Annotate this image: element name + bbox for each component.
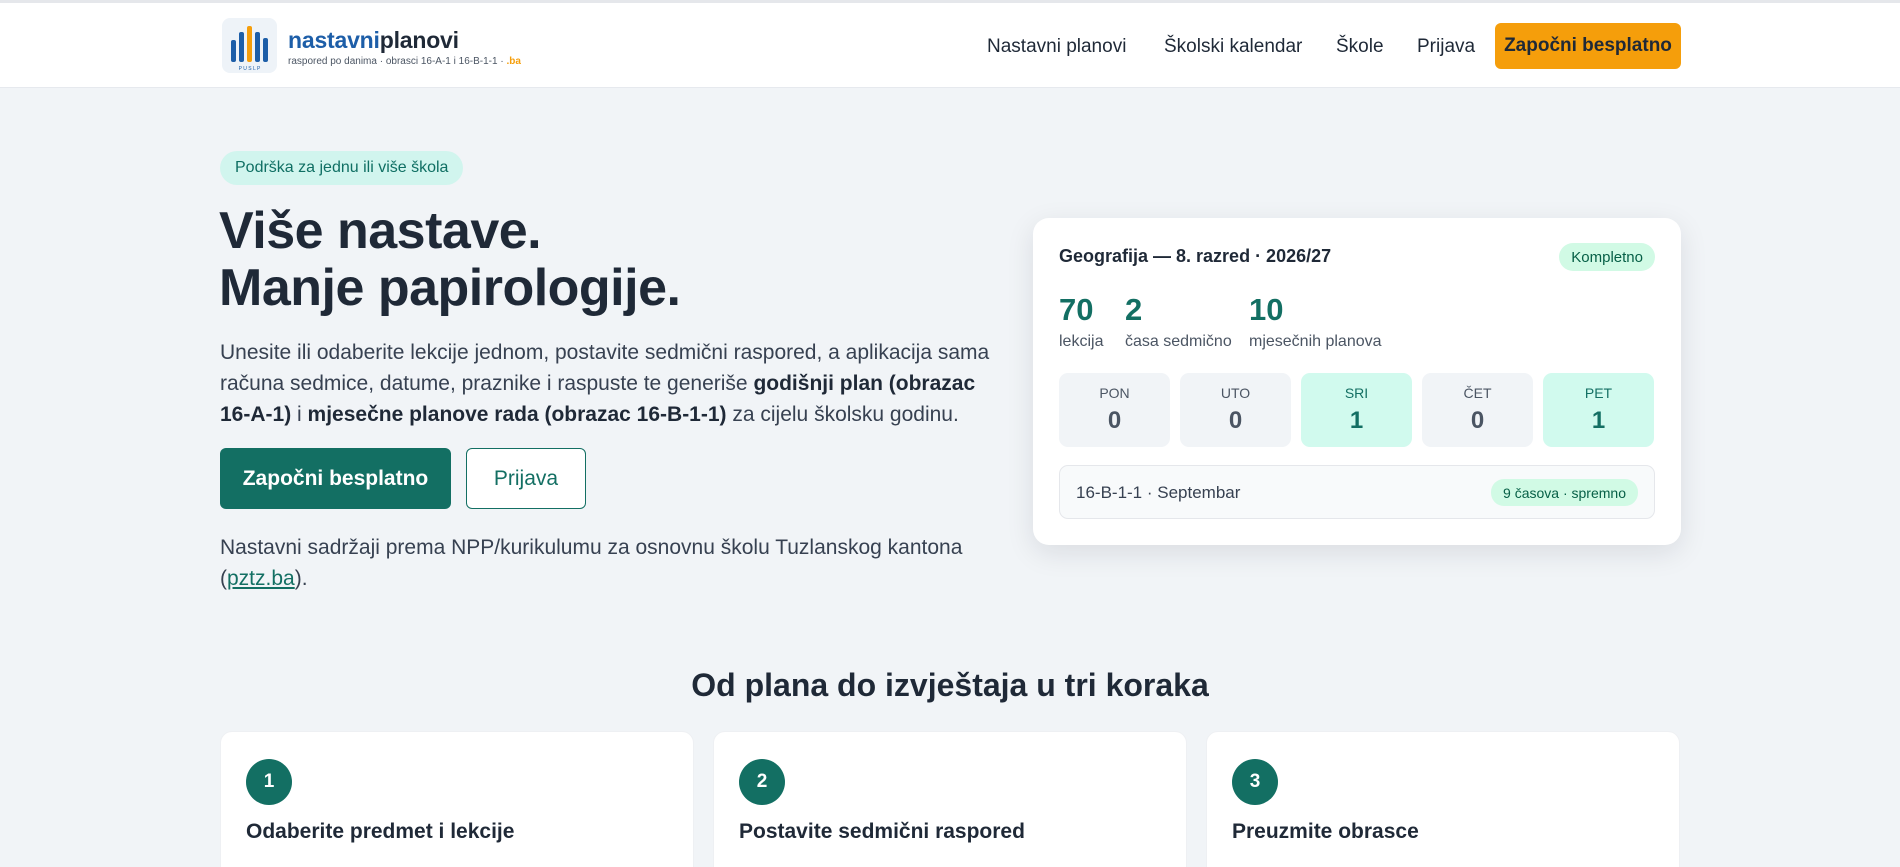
day-name: ČET <box>1463 385 1492 401</box>
hero-desc-bold2: mjesečne planove rada (obrazac 16-B-1-1) <box>307 403 727 426</box>
day-cell-pon: PON 0 <box>1059 373 1170 447</box>
day-count: 0 <box>1470 407 1485 434</box>
site-logo[interactable]: P U S L P <box>222 18 277 73</box>
stat-weekly-hours-label: časa sedmično <box>1125 333 1232 350</box>
nav-link-skole[interactable]: Škole <box>1336 36 1384 58</box>
hero-start-free-button[interactable]: Započni besplatno <box>220 448 451 509</box>
day-count: 0 <box>1107 407 1122 434</box>
stat-lessons-value: 70 <box>1059 292 1094 327</box>
day-count: 0 <box>1228 407 1243 434</box>
step-number-badge: 2 <box>739 759 785 805</box>
hero-title-line2: Manje papirologije. <box>219 259 681 317</box>
step-title: Postavite sedmični raspored <box>739 820 1025 843</box>
plan-preview-card: Geografija — 8. razred · 2026/27 Komplet… <box>1033 218 1681 545</box>
steps-section-title: Od plana do izvještaja u tri koraka <box>691 667 1209 703</box>
svg-text:P U S L P: P U S L P <box>239 66 261 72</box>
nav-link-skolski-kalendar[interactable]: Školski kalendar <box>1164 36 1302 58</box>
hero-desc-part2: i <box>291 403 308 426</box>
stat-weekly-hours-value: 2 <box>1125 292 1143 327</box>
day-cell-cet: ČET 0 <box>1422 373 1533 447</box>
step-card-2: 2 Postavite sedmični raspored <box>713 731 1187 867</box>
curriculum-note-text: Nastavni sadržaji prema NPP/kurikulumu z… <box>220 536 963 590</box>
day-name: PET <box>1584 385 1613 401</box>
nav-link-prijava[interactable]: Prijava <box>1417 36 1475 58</box>
step-title: Odaberite predmet i lekcije <box>246 820 515 843</box>
day-name: PON <box>1099 385 1130 401</box>
brand-tagline: raspored po danima · obrasci 16-A-1 i 16… <box>288 56 521 67</box>
hero-title: Više nastave. Manje papirologije. <box>219 202 681 317</box>
day-name: SRI <box>1344 385 1369 401</box>
stat-monthly-plans-value: 10 <box>1249 292 1284 327</box>
nav-link-nastavni-planovi[interactable]: Nastavni planovi <box>987 36 1126 58</box>
curriculum-note: Nastavni sadržaji prema NPP/kurikulumu z… <box>220 532 1010 594</box>
day-cell-sri: SRI 1 <box>1301 373 1412 447</box>
plan-card-title: Geografija — 8. razred · 2026/27 <box>1059 246 1332 266</box>
hero-desc-part3: za cijelu školsku godinu. <box>726 403 959 426</box>
stat-monthly-plans: 10 mjesečnih planova <box>1249 293 1382 351</box>
step-title: Preuzmite obrasce <box>1232 820 1419 843</box>
step-card-1: 1 Odaberite predmet i lekcije <box>220 731 694 867</box>
stat-lessons: 70 lekcija <box>1059 293 1103 351</box>
stat-monthly-plans-label: mjesečnih planova <box>1249 333 1382 350</box>
day-name: UTO <box>1220 385 1251 401</box>
step-number-badge: 1 <box>246 759 292 805</box>
day-count: 1 <box>1591 407 1606 434</box>
brand-name-part1: nastavni <box>288 27 380 53</box>
pztz-link[interactable]: pztz.ba <box>227 567 295 590</box>
status-badge: Kompletno <box>1559 243 1655 271</box>
step-card-3: 3 Preuzmite obrasce <box>1206 731 1680 867</box>
monthly-plan-row: 16-B-1-1 · Septembar 9 časova · spremno <box>1059 465 1655 519</box>
brand-name[interactable]: nastavniplanovi <box>288 27 459 54</box>
site-header: P U S L P nastavniplanovi raspored po da… <box>0 3 1900 88</box>
hero-title-line1: Više nastave. <box>219 202 542 260</box>
brand-tld: .ba <box>506 56 521 67</box>
step-number-badge: 3 <box>1232 759 1278 805</box>
curriculum-note-end: ). <box>294 567 308 590</box>
day-cell-uto: UTO 0 <box>1180 373 1291 447</box>
brand-name-part2: planovi <box>379 27 459 53</box>
hero-login-button[interactable]: Prijava <box>466 448 586 509</box>
stat-lessons-label: lekcija <box>1059 333 1104 350</box>
support-pill: Podrška za jednu ili više škola <box>220 151 464 185</box>
day-count: 1 <box>1349 407 1364 434</box>
brand-tagline-text: raspored po danima · obrasci 16-A-1 i 16… <box>288 56 504 67</box>
bar-chart-logo-icon: P U S L P <box>231 26 268 72</box>
day-cell-pet: PET 1 <box>1543 373 1654 447</box>
monthly-plan-label: 16-B-1-1 · Septembar <box>1076 483 1241 502</box>
hero-description: Unesite ili odaberite lekcije jednom, po… <box>220 337 1010 430</box>
nav-start-free-button[interactable]: Započni besplatno <box>1495 23 1681 69</box>
stat-weekly-hours: 2 časa sedmično <box>1125 293 1232 351</box>
monthly-plan-status-badge: 9 časova · spremno <box>1491 479 1638 506</box>
